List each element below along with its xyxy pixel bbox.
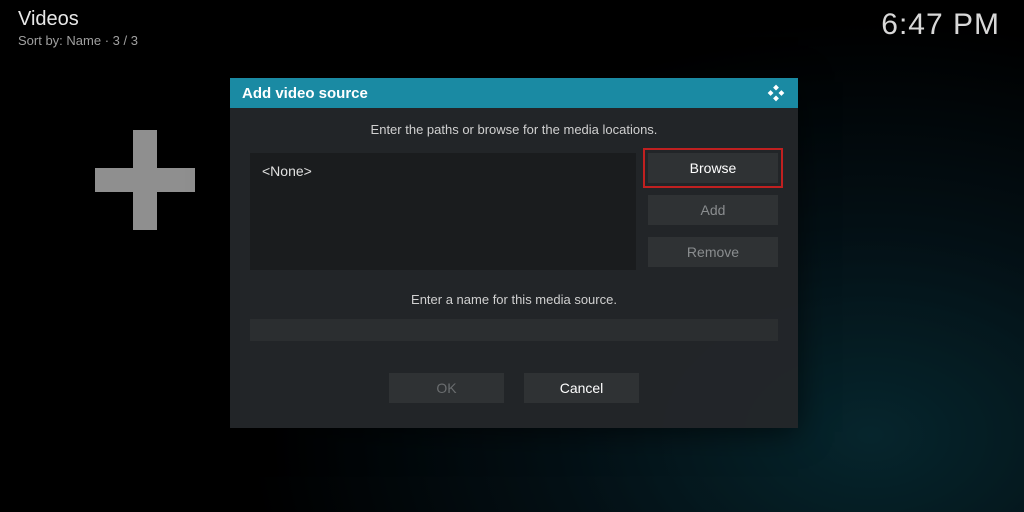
add-video-source-dialog: Add video source Enter the paths or brow… (230, 78, 798, 428)
instruction-text: Enter the paths or browse for the media … (250, 122, 778, 137)
ok-button[interactable]: OK (389, 373, 504, 403)
section-title: Videos (18, 8, 138, 31)
dialog-titlebar: Add video source (230, 78, 798, 108)
sort-info: Sort by: Name · 3 / 3 (18, 33, 138, 48)
add-source-background-icon (95, 130, 195, 230)
path-row: <None> Browse Add Remove (250, 153, 778, 270)
kodi-logo-icon (766, 83, 786, 103)
clock: 6:47 PM (881, 8, 1000, 42)
browse-button[interactable]: Browse (648, 153, 778, 183)
name-label: Enter a name for this media source. (250, 292, 778, 307)
cancel-button[interactable]: Cancel (524, 373, 639, 403)
dialog-footer: OK Cancel (250, 373, 778, 403)
dialog-body: Enter the paths or browse for the media … (230, 108, 798, 403)
remove-button[interactable]: Remove (648, 237, 778, 267)
dialog-title: Add video source (242, 85, 368, 102)
source-name-input[interactable] (250, 319, 778, 341)
path-list[interactable]: <None> (250, 153, 636, 270)
header: Videos Sort by: Name · 3 / 3 (18, 8, 138, 48)
add-button[interactable]: Add (648, 195, 778, 225)
side-buttons: Browse Add Remove (648, 153, 778, 270)
path-value: <None> (262, 163, 312, 179)
